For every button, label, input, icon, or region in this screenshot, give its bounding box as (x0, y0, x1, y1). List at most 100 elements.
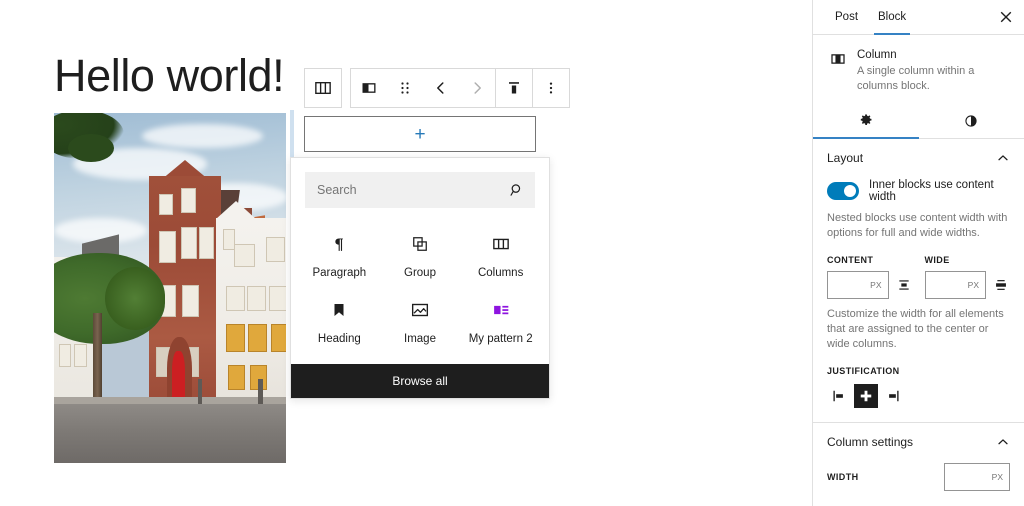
street-photo (54, 113, 286, 463)
column-width-row: WIDTH PX (827, 463, 1010, 491)
vertical-align-top-button[interactable] (496, 69, 532, 107)
width-controls: CONTENT PX WIDE PX (827, 255, 1010, 299)
window (270, 323, 286, 353)
justify-left-icon[interactable] (827, 384, 851, 408)
chevron-up-icon[interactable] (996, 151, 1010, 165)
inserter-item-heading[interactable]: Heading (299, 290, 380, 350)
block-card-title: Column (857, 49, 897, 61)
window (226, 323, 245, 353)
more-options-button[interactable] (533, 69, 569, 107)
red-door (172, 351, 186, 400)
window (58, 343, 71, 367)
inserter-item-label: Image (404, 333, 436, 345)
image-block[interactable] (54, 113, 286, 463)
width-help-text: Customize the width for all elements tha… (827, 308, 1004, 350)
column-width-label: WIDTH (827, 472, 859, 482)
svg-text:¶: ¶ (335, 235, 345, 253)
column-width-input[interactable]: PX (944, 463, 1010, 491)
content-width-row: PX (827, 271, 913, 299)
block-card-text: Column A single column within a columns … (857, 49, 1008, 94)
image-icon (409, 298, 431, 322)
contrast-icon (963, 113, 979, 134)
chevron-up-icon[interactable] (996, 435, 1010, 449)
settings-sidebar: Post Block Column A single column within… (812, 0, 1024, 506)
justify-right-icon[interactable] (881, 384, 905, 408)
window (234, 244, 255, 268)
window (182, 284, 199, 317)
justification-controls (827, 384, 1010, 408)
wide-width-input[interactable]: PX (924, 271, 986, 299)
cloud (142, 123, 263, 148)
browse-all-button[interactable]: Browse all (291, 364, 549, 398)
column-variant-button[interactable] (351, 69, 387, 107)
layout-help-text: Nested blocks use content width with opt… (827, 212, 1008, 239)
block-card-description: A single column within a columns block. (857, 65, 975, 92)
settings-tab[interactable] (813, 108, 919, 139)
block-controls-group (350, 68, 570, 108)
search-input[interactable] (305, 183, 535, 197)
inserter-item-group[interactable]: Group (380, 224, 461, 284)
inserter-item-label: Paragraph (312, 267, 367, 279)
toggle-knob (844, 185, 856, 197)
move-left-button[interactable] (423, 69, 459, 107)
block-type-group (304, 68, 342, 108)
white-building-right (216, 218, 286, 407)
window (269, 286, 286, 311)
inserter-item-my-pattern-2[interactable]: My pattern 2 (460, 290, 541, 350)
block-editor-app: Hello world! + Search ¶ Paragraph Group … (0, 0, 1024, 506)
tree-branch (67, 134, 115, 162)
inner-blocks-toggle-label: Inner blocks use content width (869, 179, 994, 203)
gable (216, 200, 257, 219)
close-icon[interactable] (992, 3, 1020, 31)
wide-width-unit: PX (967, 280, 979, 290)
styles-tab[interactable] (919, 108, 1024, 138)
align-center-icon[interactable] (895, 274, 913, 296)
inner-blocks-toggle[interactable] (827, 182, 859, 200)
inner-blocks-toggle-row: Inner blocks use content width (827, 179, 1010, 203)
sidebar-tab-bar: Post Block (813, 0, 1024, 35)
window (199, 226, 215, 259)
drag-handle-icon[interactable] (387, 69, 423, 107)
align-wide-icon[interactable] (992, 274, 1010, 296)
sidebar-icon-tabs (813, 108, 1024, 139)
window (266, 236, 286, 262)
page-title[interactable]: Hello world! (54, 48, 285, 104)
add-block-appender[interactable]: + (304, 116, 536, 152)
inserter-item-columns[interactable]: Columns (460, 224, 541, 284)
column-settings-header[interactable]: Column settings (827, 435, 1010, 449)
tab-block[interactable]: Block (868, 0, 916, 35)
editor-canvas: Hello world! + Search ¶ Paragraph Group … (0, 0, 812, 506)
justification-label: JUSTIFICATION (827, 366, 900, 376)
tab-post[interactable]: Post (825, 0, 868, 34)
inserter-item-label: Group (404, 267, 436, 279)
block-inserter-popover: ¶ Paragraph Group (290, 157, 550, 399)
window (223, 229, 236, 251)
content-width-input[interactable]: PX (827, 271, 889, 299)
justify-center-icon[interactable] (854, 384, 878, 408)
plus-icon: + (414, 123, 426, 145)
cobblestone-ground (54, 403, 286, 463)
columns-icon (490, 232, 512, 256)
column-icon (829, 49, 847, 94)
window (226, 286, 245, 311)
bollard (258, 379, 263, 404)
search-field[interactable] (305, 172, 535, 208)
block-toolbar (304, 68, 570, 108)
pattern-icon (490, 298, 512, 322)
column-guide (290, 110, 294, 158)
layout-panel-header[interactable]: Layout (827, 151, 1010, 165)
window (247, 286, 266, 311)
inserter-item-paragraph[interactable]: ¶ Paragraph (299, 224, 380, 284)
move-right-button[interactable] (459, 69, 495, 107)
block-type-button[interactable] (305, 69, 341, 107)
inserter-search-wrap (291, 158, 549, 208)
wide-width-label: WIDE (924, 255, 950, 265)
layout-panel: Layout Inner blocks use content width Ne… (813, 139, 1024, 423)
group-icon (410, 232, 430, 256)
inserter-block-grid: ¶ Paragraph Group Columns Heading Image … (291, 208, 549, 364)
inserter-item-image[interactable]: Image (380, 290, 461, 350)
window (180, 226, 198, 259)
wide-width-control: WIDE PX (924, 255, 1011, 299)
window (248, 323, 268, 353)
inserter-item-label: Heading (317, 333, 361, 345)
